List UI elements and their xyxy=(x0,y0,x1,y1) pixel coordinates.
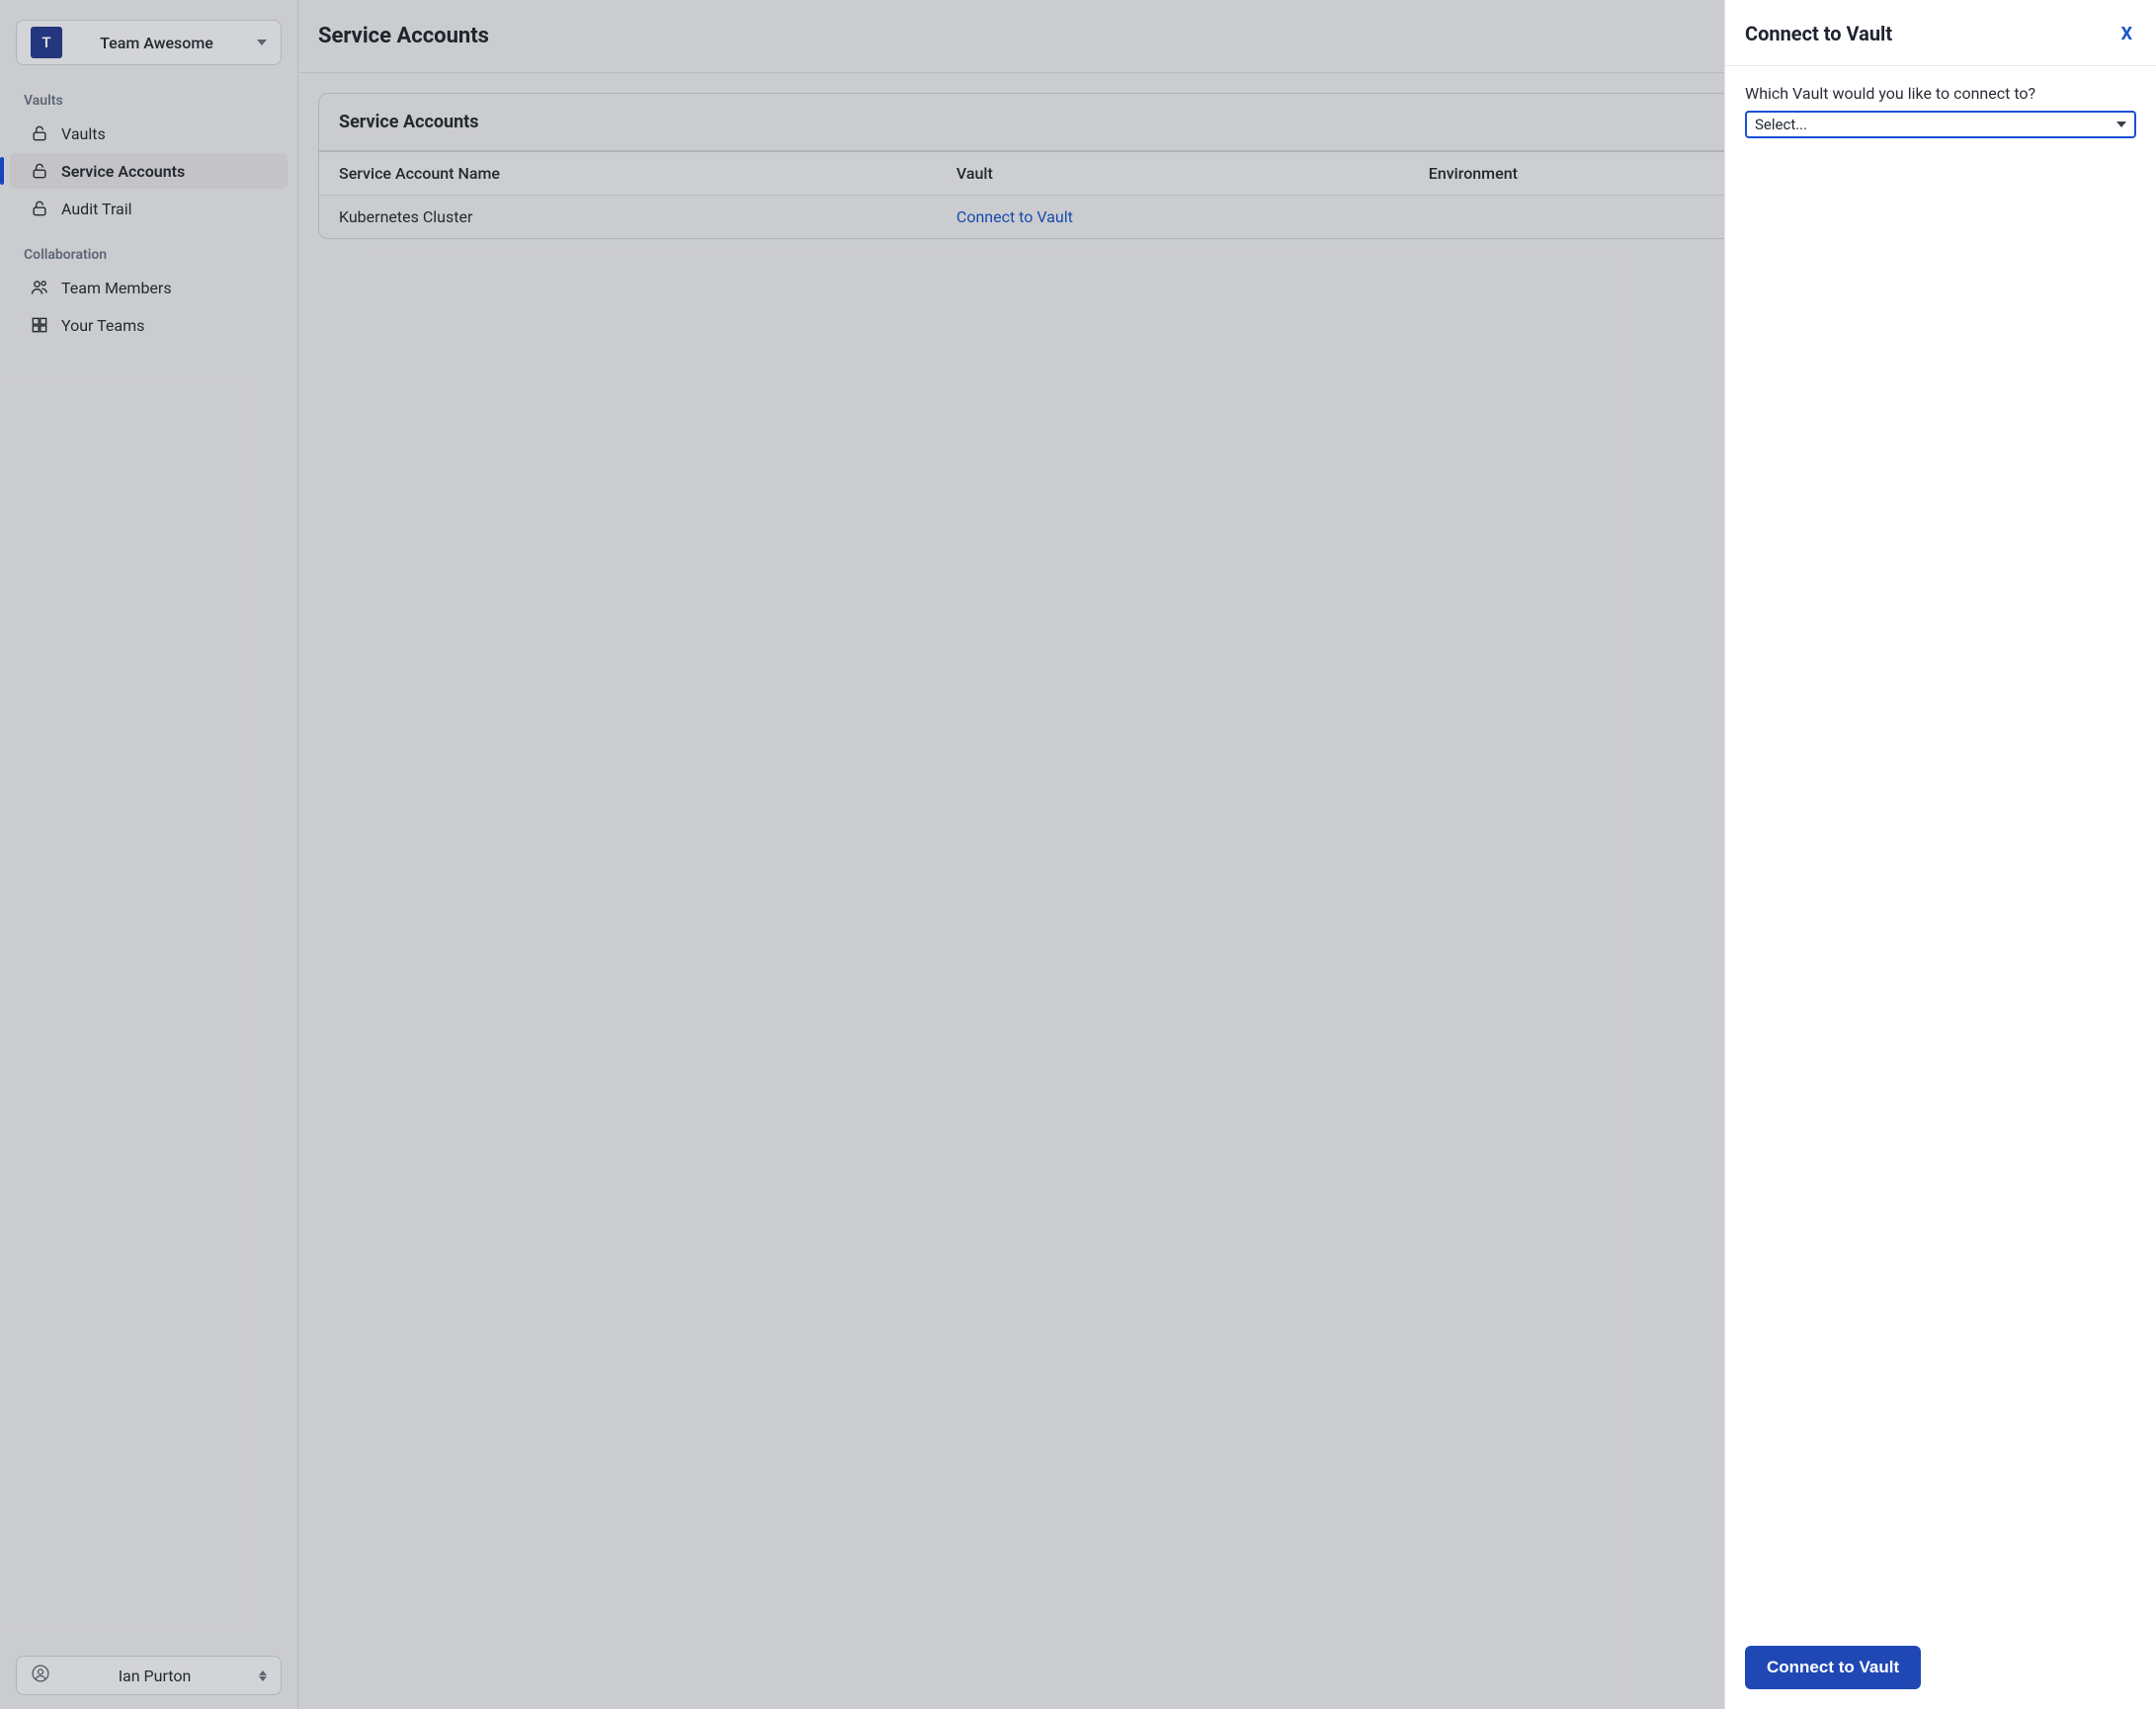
drawer-title: Connect to Vault xyxy=(1745,22,1892,45)
unlock-icon xyxy=(30,123,49,143)
team-switcher[interactable]: T Team Awesome xyxy=(16,20,282,65)
sidebar-item-label: Your Teams xyxy=(61,316,144,335)
column-header: Vault xyxy=(937,152,1409,196)
team-badge: T xyxy=(31,27,62,58)
people-icon xyxy=(30,278,49,297)
team-name: Team Awesome xyxy=(62,34,251,52)
sort-icon xyxy=(259,1670,267,1681)
chevron-down-icon xyxy=(2116,122,2126,127)
unlock-icon xyxy=(30,199,49,218)
select-placeholder: Select... xyxy=(1755,116,1807,133)
user-switcher[interactable]: Ian Purton xyxy=(16,1656,282,1695)
connect-to-vault-button[interactable]: Connect to Vault xyxy=(1745,1646,1921,1689)
sidebar: T Team Awesome Vaults Vaults Service Acc… xyxy=(0,0,298,1709)
user-circle-icon xyxy=(31,1664,50,1687)
close-button[interactable]: X xyxy=(2117,24,2136,44)
unlock-icon xyxy=(30,161,49,181)
grid-icon xyxy=(30,315,49,335)
cell-account-name: Kubernetes Cluster xyxy=(319,196,937,239)
chevron-down-icon xyxy=(257,40,267,45)
vault-select[interactable]: Select... xyxy=(1745,111,2136,138)
sidebar-item-label: Vaults xyxy=(61,124,106,143)
sidebar-item-audit-trail[interactable]: Audit Trail xyxy=(10,191,288,226)
sidebar-item-label: Audit Trail xyxy=(61,200,132,218)
vault-select-label: Which Vault would you like to connect to… xyxy=(1745,84,2136,103)
connect-vault-drawer: Connect to Vault X Which Vault would you… xyxy=(1724,0,2156,1709)
connect-to-vault-link[interactable]: Connect to Vault xyxy=(956,207,1073,226)
sidebar-item-team-members[interactable]: Team Members xyxy=(10,270,288,305)
sidebar-item-vaults[interactable]: Vaults xyxy=(10,116,288,151)
sidebar-item-label: Service Accounts xyxy=(61,162,185,181)
sidebar-section-collaboration: Collaboration xyxy=(0,227,297,269)
user-name: Ian Purton xyxy=(50,1667,259,1685)
sidebar-section-vaults: Vaults xyxy=(0,73,297,115)
sidebar-item-your-teams[interactable]: Your Teams xyxy=(10,307,288,343)
sidebar-item-service-accounts[interactable]: Service Accounts xyxy=(10,153,288,189)
sidebar-item-label: Team Members xyxy=(61,279,172,297)
column-header: Service Account Name xyxy=(319,152,937,196)
